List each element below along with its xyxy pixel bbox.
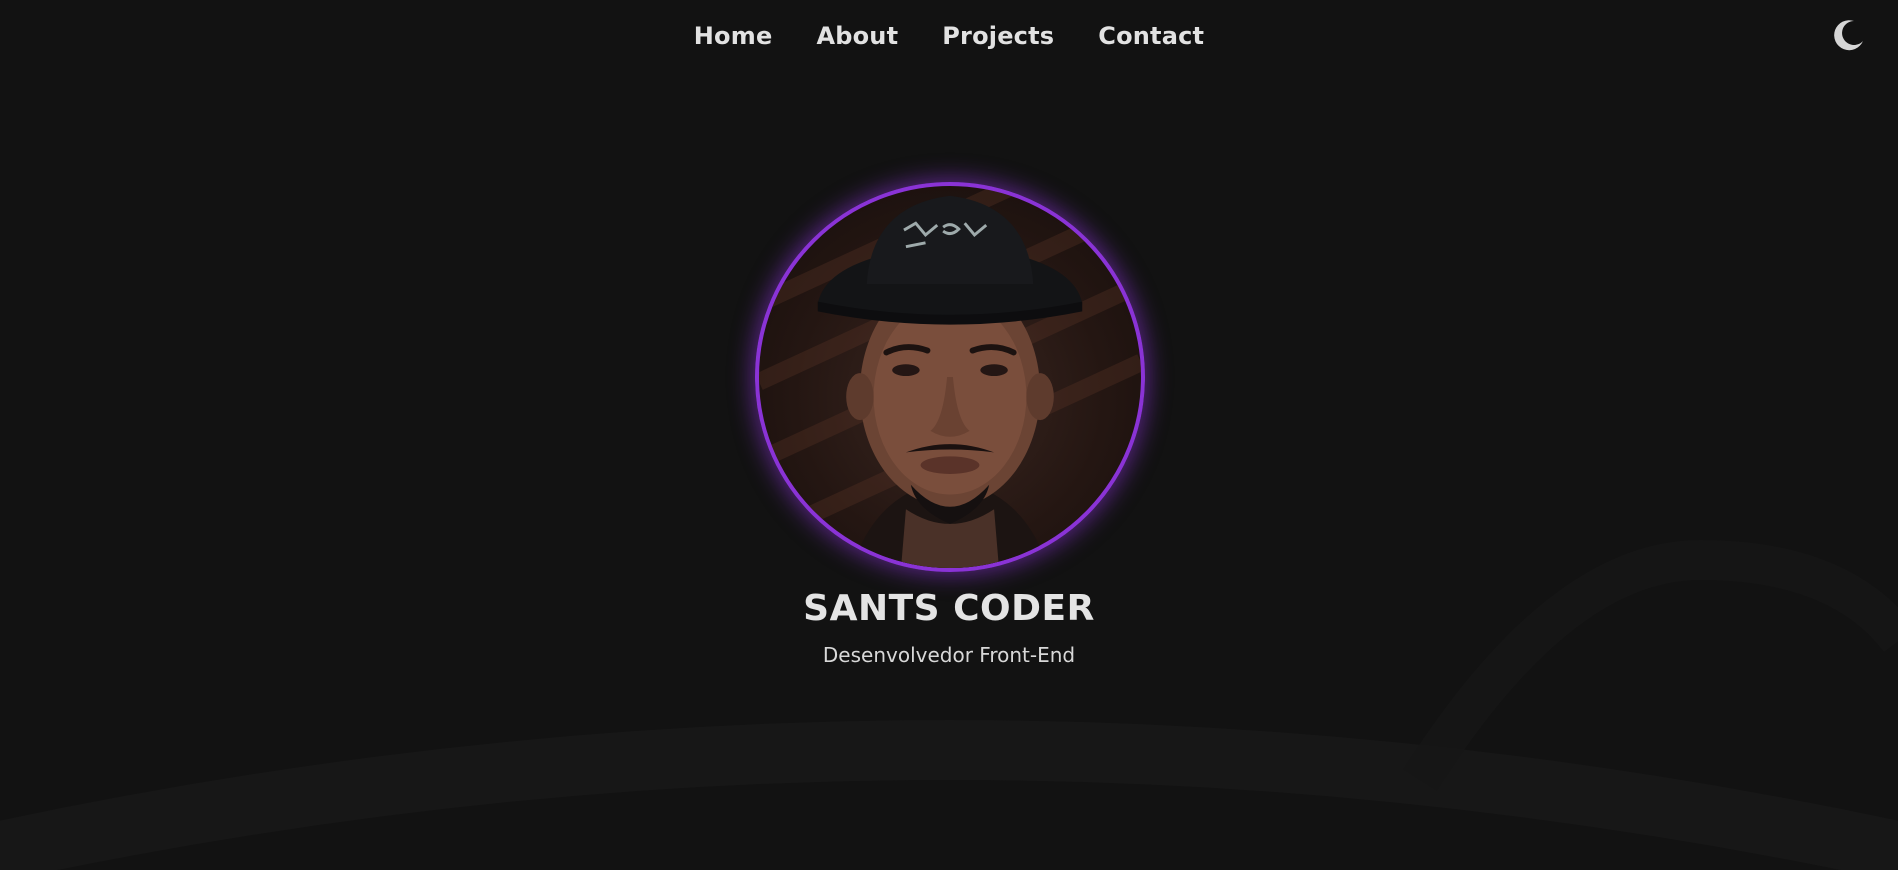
- moon-icon: [1834, 20, 1863, 51]
- profile-role: Desenvolvedor Front-End: [822, 643, 1076, 667]
- page: Home About Projects Contact SANTS CODER …: [0, 0, 1898, 870]
- theme-toggle-button[interactable]: [1830, 16, 1868, 54]
- profile-name: SANTS CODER: [803, 588, 1095, 629]
- nav-home-link[interactable]: Home: [694, 18, 773, 54]
- nav-about-link[interactable]: About: [816, 18, 898, 54]
- nav-contact-link[interactable]: Contact: [1098, 18, 1204, 54]
- main-nav: Home About Projects Contact: [0, 18, 1898, 54]
- avatar: [755, 182, 1145, 572]
- nav-projects-link[interactable]: Projects: [942, 18, 1054, 54]
- profile-photo: [759, 186, 1141, 568]
